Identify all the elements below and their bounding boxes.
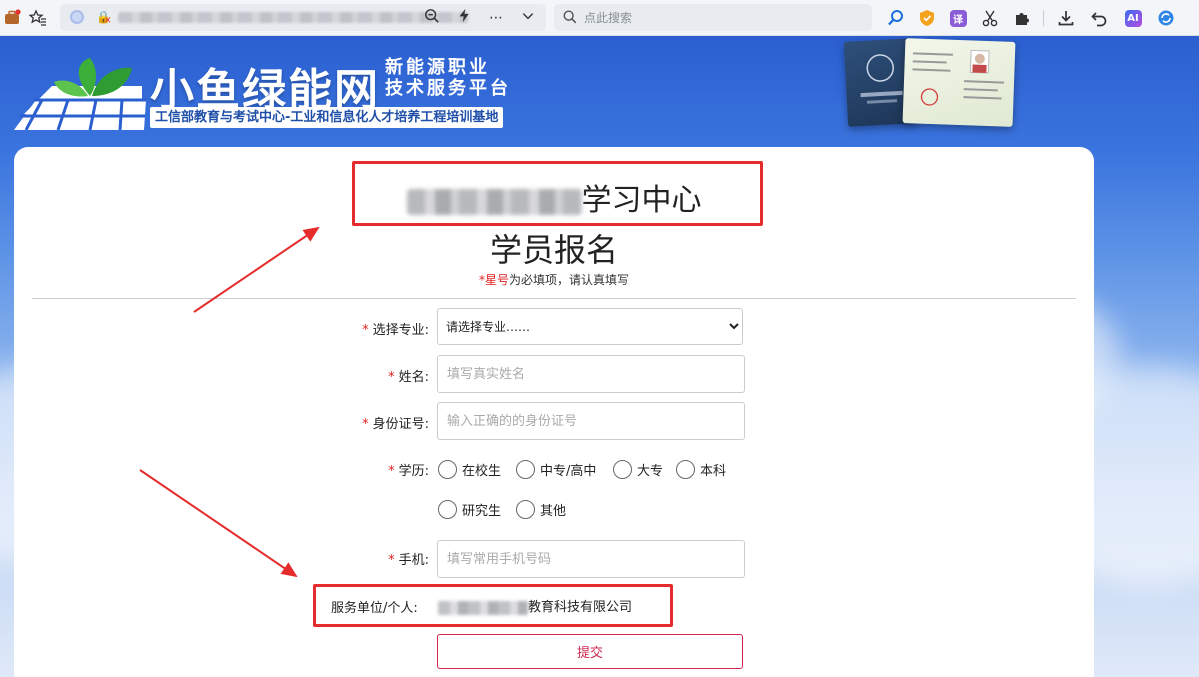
phone-label: * 手机: bbox=[388, 553, 429, 568]
certificate-page-image bbox=[902, 38, 1016, 127]
translate-extension-icon[interactable]: 译 bbox=[946, 6, 970, 30]
education-label: * 学历: bbox=[388, 464, 429, 479]
shield-extension-icon[interactable] bbox=[915, 6, 939, 30]
ai-badge: AI bbox=[1124, 9, 1142, 27]
signup-title: 学员报名 bbox=[489, 231, 618, 269]
translate-badge: 译 bbox=[949, 9, 967, 27]
sync-icon[interactable] bbox=[1154, 6, 1178, 30]
edu-radio-high-school[interactable]: 中专/高中 bbox=[516, 460, 596, 479]
more-icon[interactable]: ⋯ bbox=[486, 10, 506, 26]
lightning-icon[interactable] bbox=[454, 8, 474, 27]
id-number-label: * 身份证号: bbox=[362, 417, 429, 432]
download-icon[interactable] bbox=[1054, 6, 1078, 30]
favorites-star-icon[interactable] bbox=[26, 6, 50, 30]
required-note: *星号为必填项，请认真填写 bbox=[14, 271, 1094, 288]
browser-toolbar: 🔒✕ ⋯ 译 bbox=[0, 0, 1199, 36]
search-box[interactable] bbox=[554, 4, 872, 31]
site-logo-icon[interactable] bbox=[14, 56, 154, 130]
briefcase-icon[interactable] bbox=[0, 6, 24, 30]
site-shield-icon bbox=[70, 10, 84, 24]
search-icon bbox=[563, 10, 577, 24]
magnifier-extension-icon[interactable] bbox=[884, 6, 908, 30]
required-note-star: *星号 bbox=[478, 273, 509, 287]
zoom-icon[interactable] bbox=[422, 8, 442, 28]
edu-radio-bachelor[interactable]: 本科 bbox=[676, 460, 726, 479]
annotation-box-title bbox=[352, 161, 763, 226]
edu-radio-junior-college[interactable]: 大专 bbox=[613, 460, 663, 479]
brand-subtitle-line2: 技术服务平台 bbox=[385, 78, 511, 99]
address-bar[interactable]: 🔒 ✕ ⋯ bbox=[60, 4, 546, 31]
insecure-lock-icon[interactable]: 🔒 ✕ bbox=[96, 10, 112, 26]
brand-tagline: 工信部教育与考试中心-工业和信息化人才培养工程培训基地 bbox=[150, 107, 504, 128]
search-input[interactable] bbox=[584, 8, 854, 27]
edu-radio-other[interactable]: 其他 bbox=[516, 500, 566, 519]
scissors-icon[interactable] bbox=[978, 6, 1002, 30]
toolbar-divider bbox=[1043, 10, 1044, 26]
url-text-blurred bbox=[118, 12, 468, 23]
required-note-text: 为必填项，请认真填写 bbox=[509, 273, 630, 287]
puzzle-extensions-icon[interactable] bbox=[1010, 6, 1034, 30]
brand-subtitle-line1: 新能源职业 bbox=[385, 57, 490, 78]
name-input[interactable] bbox=[437, 355, 745, 393]
brand-subtitle: 新能源职业 技术服务平台 bbox=[385, 57, 515, 99]
edu-radio-in-school[interactable]: 在校生 bbox=[438, 460, 501, 479]
form-divider bbox=[32, 298, 1076, 299]
undo-icon[interactable] bbox=[1087, 6, 1111, 30]
name-label: * 姓名: bbox=[388, 370, 429, 385]
major-label: * 选择专业: bbox=[362, 323, 429, 338]
major-select[interactable]: 请选择专业…… bbox=[437, 308, 743, 345]
edu-radio-postgraduate[interactable]: 研究生 bbox=[438, 500, 501, 519]
id-number-input[interactable] bbox=[437, 402, 745, 440]
phone-input[interactable] bbox=[437, 540, 745, 578]
submit-button[interactable]: 提交 bbox=[437, 634, 743, 669]
chevron-down-icon[interactable] bbox=[518, 9, 538, 27]
annotation-box-service-unit bbox=[313, 584, 673, 627]
ai-assistant-icon[interactable]: AI bbox=[1121, 6, 1145, 30]
